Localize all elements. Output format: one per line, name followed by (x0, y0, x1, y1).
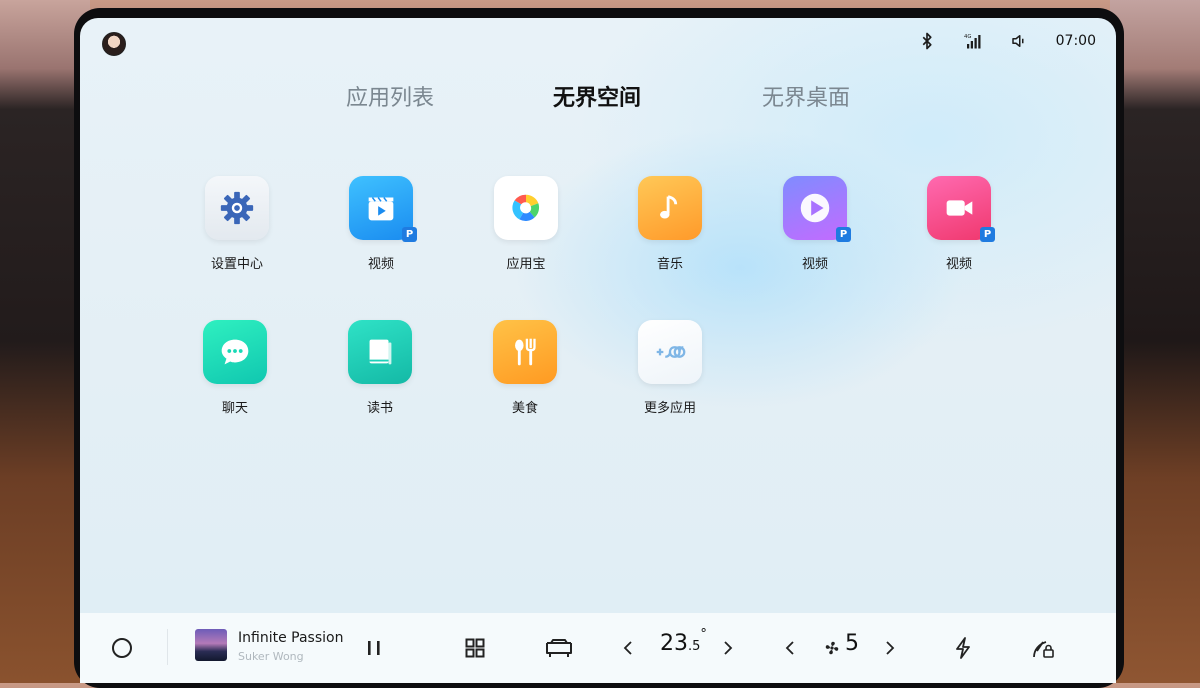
tab-bar: 应用列表 无界空间 无界桌面 (80, 80, 1116, 120)
app-label: 视频 (801, 257, 828, 272)
app-more-apps[interactable]: 更多应用 (610, 320, 730, 416)
chevron-right-icon (724, 641, 733, 655)
app-label: 视频 (945, 257, 972, 272)
fan-level: 5 (845, 631, 859, 656)
temperature-main: 23 (660, 631, 688, 656)
fan-up-button[interactable] (880, 634, 900, 662)
app-settings-center[interactable]: 设置中心 (177, 176, 297, 272)
fan-down-button[interactable] (780, 634, 800, 662)
app-video-1[interactable]: P 视频 (321, 176, 441, 272)
clock: 07:00 (1055, 33, 1096, 49)
bluetooth-icon[interactable] (918, 32, 936, 50)
pause-icon (368, 641, 380, 655)
video-camera-icon: P (927, 176, 995, 242)
car-control-button[interactable] (539, 633, 579, 663)
p-badge: P (402, 227, 417, 242)
lightning-icon (956, 637, 970, 659)
app-video-2[interactable]: P 视频 (755, 176, 875, 272)
music-note-icon (638, 176, 702, 240)
volume-icon[interactable] (1010, 32, 1028, 50)
fan-icon (822, 637, 842, 659)
settings-gear-icon (205, 176, 269, 240)
signal-4g-icon: 4G (964, 32, 982, 50)
grid-icon (465, 638, 485, 658)
home-button[interactable] (108, 634, 136, 662)
temperature-display: 23.5° (660, 627, 707, 656)
tab-app-list[interactable]: 应用列表 (346, 80, 434, 112)
app-store-icon (494, 176, 558, 240)
song-title[interactable]: Infinite Passion (238, 630, 343, 646)
app-label: 视频 (367, 257, 394, 272)
temp-down-button[interactable] (618, 634, 638, 662)
status-icons: 4G 07:00 (918, 32, 1096, 50)
more-apps-icon (638, 320, 702, 384)
app-label: 美食 (511, 401, 538, 416)
car-icon (546, 639, 572, 657)
power-button[interactable] (950, 633, 976, 663)
temp-up-button[interactable] (718, 634, 738, 662)
app-label: 更多应用 (643, 401, 696, 416)
app-label: 聊天 (221, 401, 248, 416)
infotainment-screen: 4G 07:00 应用列表 无界空间 无界桌面 设置中心 P 视频 应用宝 音乐… (80, 18, 1116, 683)
tab-boundless-space[interactable]: 无界空间 (553, 80, 641, 112)
app-video-3[interactable]: P 视频 (899, 176, 1019, 272)
p-badge: P (836, 227, 851, 242)
book-icon (348, 320, 412, 384)
app-grid-button[interactable] (461, 634, 489, 662)
pause-button[interactable] (360, 634, 388, 662)
app-food[interactable]: 美食 (465, 320, 585, 416)
app-label: 应用宝 (506, 257, 546, 272)
status-bar: 4G 07:00 (80, 18, 1116, 68)
wiper-button[interactable] (1028, 633, 1058, 663)
bottom-dock: Infinite Passion Suker Wong 23.5° 5 (80, 613, 1116, 683)
wiper-lock-icon (1033, 641, 1054, 658)
avatar[interactable] (102, 32, 126, 56)
food-icon (493, 320, 557, 384)
dock-divider (167, 629, 168, 665)
video-play-icon: P (783, 176, 851, 242)
temperature-unit: ° (700, 627, 707, 642)
chevron-right-icon (886, 641, 895, 655)
song-artist: Suker Wong (238, 650, 304, 663)
app-label: 读书 (366, 401, 393, 416)
app-label: 音乐 (656, 257, 683, 272)
svg-text:4G: 4G (964, 34, 971, 40)
p-badge: P (980, 227, 995, 242)
app-music[interactable]: 音乐 (610, 176, 730, 272)
video-clapper-icon: P (349, 176, 417, 242)
album-art[interactable] (195, 629, 227, 661)
app-chat[interactable]: 聊天 (175, 320, 295, 416)
temperature-decimal: .5 (688, 639, 701, 654)
home-circle-icon (112, 638, 132, 658)
chat-bubble-icon (203, 320, 267, 384)
app-reading[interactable]: 读书 (320, 320, 440, 416)
chevron-left-icon (785, 641, 794, 655)
app-label: 设置中心 (210, 257, 263, 272)
tab-boundless-desktop[interactable]: 无界桌面 (762, 80, 850, 112)
chevron-left-icon (623, 641, 632, 655)
app-app-store[interactable]: 应用宝 (466, 176, 586, 272)
